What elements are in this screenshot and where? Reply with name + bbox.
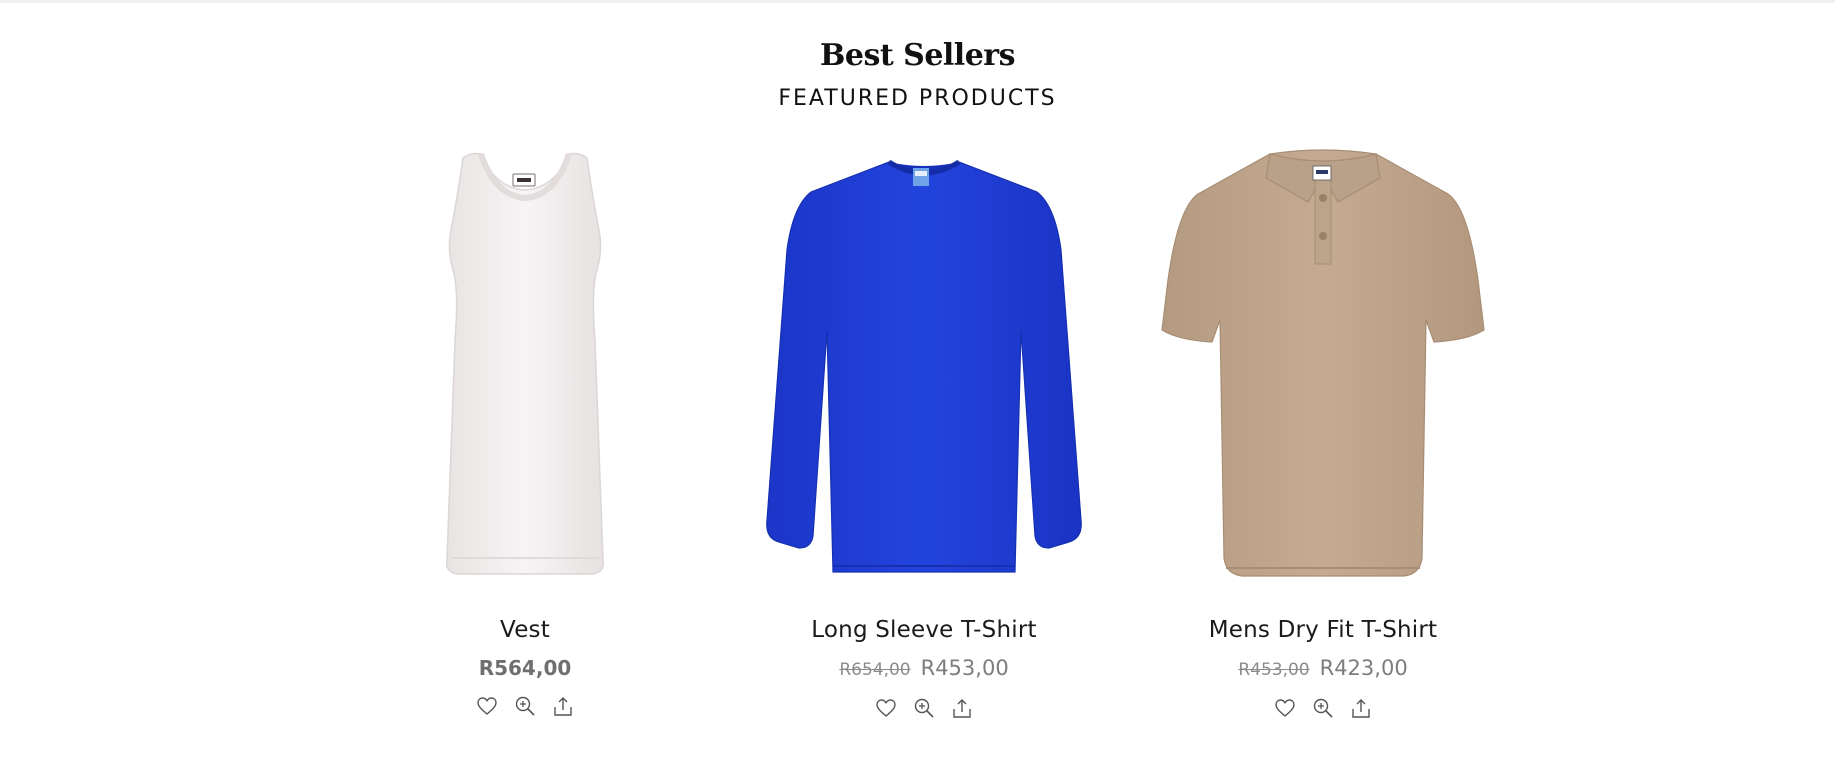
section-header: Best Sellers FEATURED PRODUCTS [0, 36, 1835, 112]
price-row: R453,00 R423,00 [1128, 654, 1518, 684]
zoom-in-icon[interactable] [513, 694, 537, 718]
section-subtitle: FEATURED PRODUCTS [778, 86, 1057, 111]
share-icon[interactable] [950, 696, 974, 720]
product-card-mens-dry-fit-t-shirt: Mens Dry Fit T-Shirt R453,00 R423,00 [1128, 140, 1518, 720]
zoom-in-icon[interactable] [912, 696, 936, 720]
heart-icon[interactable] [1273, 696, 1297, 720]
product-name[interactable]: Vest [330, 616, 720, 644]
blue-long-sleeve-shirt-image [766, 159, 1082, 573]
heart-icon[interactable] [874, 696, 898, 720]
heart-icon[interactable] [475, 694, 499, 718]
price-row: R564,00 [330, 654, 720, 682]
top-divider [0, 0, 1835, 3]
product-actions [330, 694, 720, 718]
white-vest-image [445, 152, 605, 575]
product-old-price: R654,00 [839, 660, 911, 680]
product-name[interactable]: Mens Dry Fit T-Shirt [1128, 616, 1518, 644]
product-image-mens-dry-fit-t-shirt[interactable] [1128, 140, 1518, 590]
product-price: R423,00 [1319, 656, 1408, 680]
product-actions [729, 696, 1119, 720]
beige-polo-shirt-image [1161, 149, 1485, 577]
product-card-long-sleeve-t-shirt: Long Sleeve T-Shirt R654,00 R453,00 [729, 140, 1119, 720]
price-row: R654,00 R453,00 [729, 654, 1119, 684]
product-image-vest[interactable] [330, 140, 720, 590]
product-name[interactable]: Long Sleeve T-Shirt [729, 616, 1119, 644]
section-title: Best Sellers [820, 38, 1015, 73]
share-icon[interactable] [551, 694, 575, 718]
product-price: R564,00 [478, 656, 572, 680]
zoom-in-icon[interactable] [1311, 696, 1335, 720]
product-image-long-sleeve-t-shirt[interactable] [729, 140, 1119, 590]
product-actions [1128, 696, 1518, 720]
product-price: R453,00 [920, 656, 1009, 680]
product-old-price: R453,00 [1238, 660, 1310, 680]
share-icon[interactable] [1349, 696, 1373, 720]
product-card-vest: Vest R564,00 [330, 140, 720, 718]
